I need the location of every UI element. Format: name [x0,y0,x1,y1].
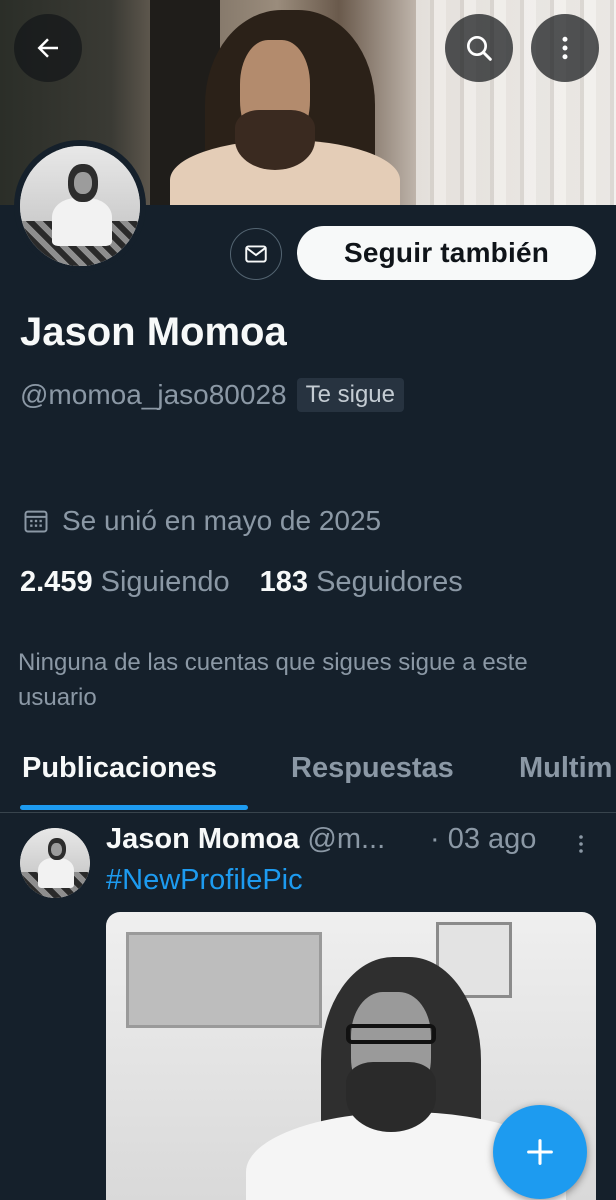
banner-beard [235,110,315,170]
tabs-divider [0,812,616,813]
back-arrow-icon [37,38,58,58]
handle-row: @momoa_jaso80028 Te sigue [20,378,404,412]
plus-icon [527,1139,553,1165]
envelope-icon [245,245,267,263]
tab-multimedia[interactable]: Multim [519,752,612,785]
post-avatar-photo [20,828,90,898]
follows-you-badge: Te sigue [296,378,404,412]
post-date[interactable]: · 03 ago [430,823,536,856]
more-vertical-icon [562,36,568,60]
avatar-photo [20,146,140,266]
active-tab-indicator [20,805,248,810]
post-author-handle: @m... [307,823,386,855]
profile-name: Jason Momoa [20,310,287,354]
join-date-text: Se unió en mayo de 2025 [62,505,382,536]
calendar-icon [24,510,48,533]
followed-by-note: Ninguna de las cuentas que sigues sigue … [18,649,528,711]
following-link[interactable]: 2.459 Siguiendo [20,566,230,599]
post-more-button[interactable] [574,833,588,860]
post-avatar[interactable] [20,828,90,898]
followers-link[interactable]: 183 Seguidores [260,566,463,599]
more-options-button[interactable] [531,14,599,82]
following-label: Siguiendo [100,566,230,598]
search-icon [467,36,492,61]
post-hashtag[interactable]: #NewProfilePic [106,864,303,897]
back-button[interactable] [14,14,82,82]
profile-handle: @momoa_jaso80028 [20,379,287,410]
tab-publicaciones[interactable]: Publicaciones [22,752,217,785]
message-button[interactable] [230,228,282,280]
join-date: Se unió en mayo de 2025 [22,505,381,537]
followers-count: 183 [259,566,309,598]
follow-back-button[interactable]: Seguir también [297,226,596,280]
tab-respuestas[interactable]: Respuestas [291,752,454,785]
search-button[interactable] [445,14,513,82]
more-vertical-icon [579,835,583,853]
post-header: Jason Momoa @m... [106,823,385,856]
profile-tabs: Publicaciones Respuestas Multim [0,752,616,812]
follow-stats: 2.459 Siguiendo 183 Seguidores [20,566,463,599]
following-count: 2.459 [20,566,93,598]
post-author-name[interactable]: Jason Momoa [106,823,299,856]
compose-button[interactable] [493,1105,587,1199]
profile-avatar[interactable] [14,140,146,272]
followers-label: Seguidores [316,566,463,598]
